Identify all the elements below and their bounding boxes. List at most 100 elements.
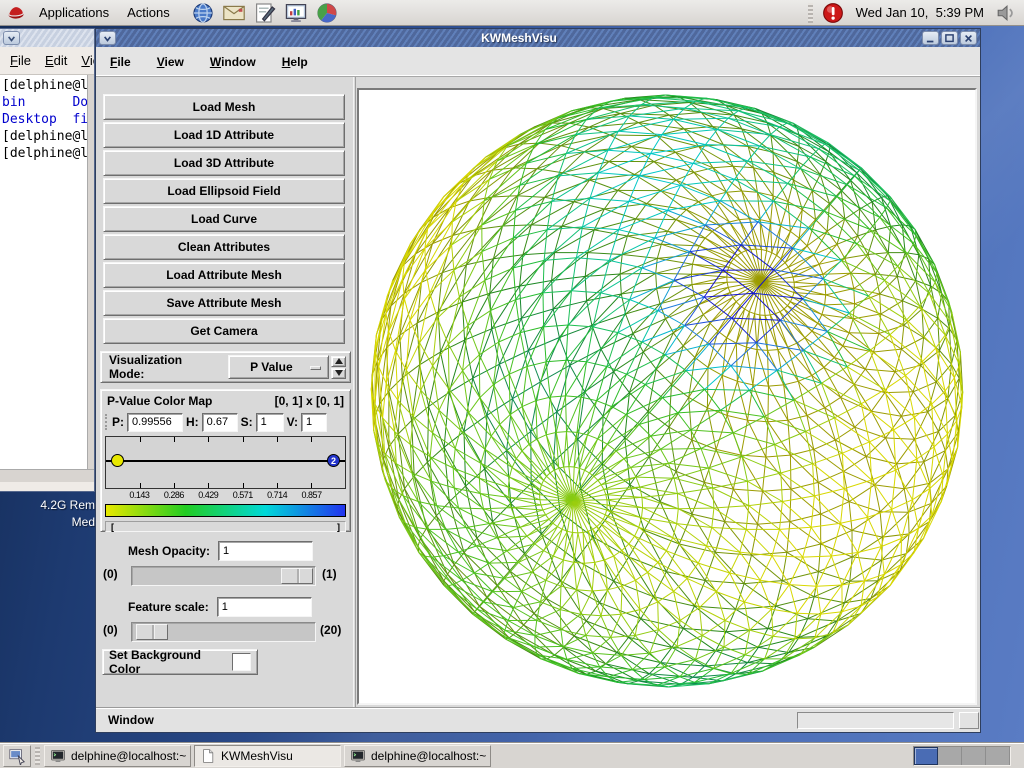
spreadsheet-icon: [315, 1, 339, 25]
desktop-icon-label-line2: Med: [71, 515, 95, 529]
axis-tick-label: 0.143: [129, 490, 150, 500]
app-titlebar[interactable]: KWMeshVisu: [96, 29, 980, 47]
web-browser-icon: [191, 1, 215, 25]
taskbar-button-delphine-localhost[interactable]: delphine@localhost:~: [344, 744, 491, 767]
transfer-node-left[interactable]: [111, 454, 124, 467]
terminal-menu-edit[interactable]: Edit: [45, 53, 67, 68]
field-label-p: P:: [112, 415, 124, 429]
load-1d-attribute-button[interactable]: Load 1D Attribute: [103, 122, 345, 148]
panel-grip[interactable]: [807, 2, 813, 23]
canvas-tick: [242, 483, 244, 488]
mesh-opacity-slider-handle[interactable]: [281, 568, 313, 584]
taskbar-grip[interactable]: [35, 746, 40, 765]
mesh-opacity-entry[interactable]: 1: [218, 541, 314, 561]
spreadsheet-launcher[interactable]: [315, 1, 339, 25]
canvas-tick: [276, 483, 278, 488]
alert-notification-icon[interactable]: [822, 2, 844, 24]
taskbar-button-kwmeshvisu[interactable]: KWMeshVisu: [194, 744, 341, 767]
minimize-button[interactable]: [922, 31, 939, 45]
workspace-4[interactable]: [986, 746, 1010, 765]
save-attribute-mesh-button[interactable]: Save Attribute Mesh: [103, 290, 345, 316]
volume-icon[interactable]: [996, 2, 1018, 24]
field-entry-h[interactable]: 0.67: [201, 412, 238, 432]
feature-scale-value: 1: [221, 601, 228, 613]
terminal-titlebar[interactable]: [0, 29, 94, 47]
load-mesh-button[interactable]: Load Mesh: [103, 94, 345, 120]
app-menu-window[interactable]: Window: [210, 55, 256, 69]
field-entry-v[interactable]: 1: [301, 412, 328, 432]
panel-sash[interactable]: [353, 77, 356, 707]
axis-tick-label: 0.857: [301, 490, 323, 500]
panel-launchers: [191, 1, 339, 25]
word-processor-launcher[interactable]: [253, 1, 277, 25]
presentation-launcher[interactable]: [284, 1, 308, 25]
feature-scale-row: Feature scale: 1: [128, 597, 312, 617]
terminal-window-menu-button[interactable]: [3, 31, 20, 45]
app-menu-file[interactable]: File: [110, 55, 131, 69]
visualization-mode-dropdown[interactable]: P Value: [227, 355, 329, 379]
fields-grip[interactable]: [105, 414, 108, 430]
transfer-function-editor[interactable]: 2: [105, 436, 346, 489]
status-resize-grip[interactable]: [959, 712, 979, 729]
taskbar-button-label: delphine@localhost:~: [371, 748, 487, 763]
terminal-output: [delphine@l bin Do Desktop fi [delphine@l [d…: [2, 77, 93, 162]
canvas-tick: [208, 437, 210, 442]
redhat-menu-icon[interactable]: [6, 2, 28, 24]
close-button[interactable]: [960, 31, 977, 45]
load-ellipsoid-field-button[interactable]: Load Ellipsoid Field: [103, 178, 345, 204]
top-panel: Applications Actions Wed Jan 10, 5:39 PM: [0, 0, 1024, 26]
maximize-button[interactable]: [941, 31, 958, 45]
desktop-icon-label-line1: 4.2G Rem: [40, 498, 95, 512]
terminal-menu-view[interactable]: View: [81, 53, 94, 68]
web-browser-launcher[interactable]: [191, 1, 215, 25]
feature-scale-slider[interactable]: [131, 622, 316, 642]
range-left-handle[interactable]: [: [107, 522, 118, 532]
field-entry-s[interactable]: 1: [255, 412, 284, 432]
app-statusbar: Window: [96, 707, 980, 732]
terminal-menu-file[interactable]: File: [10, 53, 31, 68]
render-viewport[interactable]: [357, 88, 977, 705]
taskbar-button-label: delphine@localhost:~: [71, 748, 187, 763]
mesh-canvas: [359, 90, 975, 703]
colormap-range-scrollbar[interactable]: [ ]: [105, 521, 346, 532]
taskbar-button-delphine-localhost[interactable]: delphine@localhost:~: [44, 744, 191, 767]
load-attribute-mesh-button[interactable]: Load Attribute Mesh: [103, 262, 345, 288]
axis-tick-label: 0.429: [198, 490, 219, 500]
terminal-body[interactable]: [delphine@l bin Do Desktop fi [delphine@l [d…: [0, 75, 94, 469]
canvas-tick: [242, 437, 244, 442]
email-launcher[interactable]: [222, 1, 246, 25]
terminal-scrollbar[interactable]: [87, 75, 94, 469]
feature-scale-slider-handle[interactable]: [136, 624, 168, 640]
feature-scale-entry[interactable]: 1: [216, 597, 312, 617]
load-3d-attribute-button[interactable]: Load 3D Attribute: [103, 150, 345, 176]
app-window-menu-button[interactable]: [99, 31, 116, 45]
range-right-handle[interactable]: ]: [333, 522, 344, 532]
get-camera-button[interactable]: Get Camera: [103, 318, 345, 344]
visualization-mode-value: P Value: [250, 360, 293, 374]
app-menu-view[interactable]: View: [157, 55, 184, 69]
workspace-1[interactable]: [914, 746, 938, 765]
axis-tick-label: 0.571: [232, 490, 254, 500]
terminal-line: [delphine@l: [2, 78, 89, 93]
terminal-line: [delphine@l: [2, 146, 89, 161]
mesh-opacity-slider[interactable]: [131, 566, 316, 586]
spin-down-button[interactable]: [331, 367, 346, 379]
workspace-2[interactable]: [938, 746, 962, 765]
panel-menu-actions[interactable]: Actions: [120, 3, 177, 22]
show-desktop-button[interactable]: [3, 744, 31, 767]
background-color-swatch[interactable]: [232, 653, 251, 671]
terminal-icon: [50, 748, 66, 764]
transfer-node-right[interactable]: 2: [327, 454, 340, 467]
workspace-3[interactable]: [962, 746, 986, 765]
taskbar: delphine@localhost:~ KWMeshVisu delphine@l…: [0, 742, 1024, 768]
spin-up-button[interactable]: [331, 355, 346, 367]
field-entry-p[interactable]: 0.99556: [127, 412, 183, 432]
panel-clock[interactable]: Wed Jan 10, 5:39 PM: [848, 5, 992, 20]
status-label: Window: [108, 713, 154, 727]
panel-menu-applications[interactable]: Applications: [32, 3, 116, 22]
axis-tick-label: 0.286: [163, 490, 185, 500]
load-curve-button[interactable]: Load Curve: [103, 206, 345, 232]
app-menu-help[interactable]: Help: [282, 55, 308, 69]
clean-attributes-button[interactable]: Clean Attributes: [103, 234, 345, 260]
set-background-color-button[interactable]: Set Background Color: [102, 648, 258, 676]
